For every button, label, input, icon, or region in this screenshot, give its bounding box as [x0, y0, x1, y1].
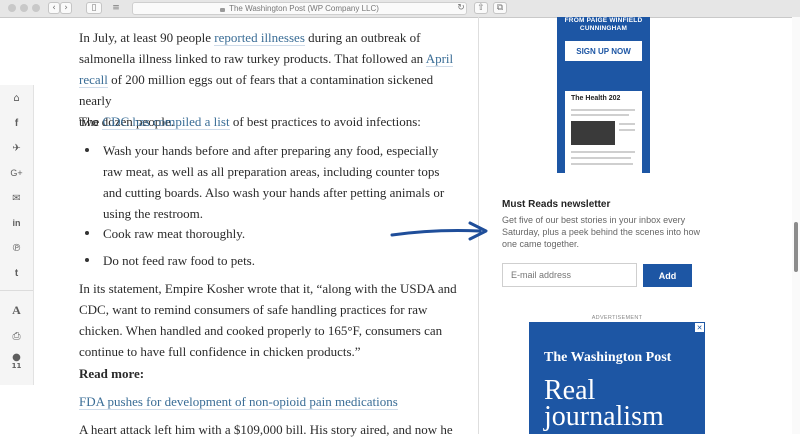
text-line — [619, 129, 635, 131]
newsletter-title: Must Reads newsletter — [502, 199, 611, 210]
rail-divider — [0, 290, 33, 291]
text-size-icon: A — [12, 302, 21, 317]
lock-icon — [220, 7, 226, 12]
address-text: The Washington Post (WP Company LLC) — [229, 4, 379, 13]
email-icon: ✉ — [12, 192, 21, 204]
tabs-button[interactable]: ⧉ — [493, 2, 507, 14]
twitter-icon: ✈ — [12, 142, 21, 154]
share-icon: ⇧ — [477, 2, 485, 13]
read-more-heading: Read more: — [79, 366, 145, 381]
sign-up-button[interactable]: SIGN UP NOW — [565, 41, 642, 61]
address-bar[interactable]: The Washington Post (WP Company LLC) — [132, 2, 467, 15]
close-window-icon[interactable] — [8, 4, 16, 12]
link-cdc-list[interactable]: CDC has compiled a list — [102, 114, 230, 130]
reader-icon: ≡ — [112, 2, 120, 13]
paragraph: In its statement, Empire Kosher wrote th… — [79, 281, 457, 359]
link-fda-story[interactable]: FDA pushes for development of non-opioid… — [79, 394, 398, 410]
text-line — [619, 123, 635, 125]
paragraph: FDA pushes for development of non-opioid… — [79, 391, 459, 412]
comments-button[interactable]: ● 11 — [0, 351, 33, 373]
bullet-dot — [85, 148, 89, 152]
sidebar-button[interactable]: ▯ — [86, 2, 102, 14]
text-line — [571, 114, 629, 116]
ad-headline-2: journalism — [544, 401, 664, 432]
text-line — [571, 163, 633, 165]
bullet-dot — [85, 231, 89, 235]
paragraph: The CDC has compiled a list of best prac… — [79, 114, 421, 130]
text-line — [571, 151, 635, 153]
chevron-right-icon: › — [64, 2, 68, 13]
newsletter-description: Get five of our best stories in your inb… — [502, 215, 700, 249]
browser-toolbar: ‹ › ▯ ≡ The Washington Post (WP Company … — [0, 0, 800, 18]
newsletter-ad[interactable]: FROM PAIGE WINFIELD CUNNINGHAM SIGN UP N… — [557, 17, 650, 173]
facebook-icon: f — [14, 117, 19, 129]
print-icon: ⎙ — [12, 330, 21, 342]
google-plus-button[interactable]: G+ — [0, 163, 33, 183]
newsletter-preview-image: The Health 202 — [565, 91, 642, 173]
tumblr-button[interactable]: t — [0, 263, 33, 283]
chevron-left-icon: ‹ — [52, 2, 56, 13]
scrollbar[interactable] — [792, 17, 800, 434]
tumblr-icon: t — [14, 267, 19, 279]
scrollbar-thumb[interactable] — [794, 222, 798, 272]
back-button[interactable]: ‹ — [48, 2, 60, 14]
share-button[interactable]: ⇧ — [474, 2, 488, 14]
forward-button[interactable]: › — [60, 2, 72, 14]
tabs-icon: ⧉ — [496, 2, 504, 13]
reload-icon: ↻ — [457, 2, 465, 13]
twitter-button[interactable]: ✈ — [0, 138, 33, 158]
bullet-dot — [85, 258, 89, 262]
share-rail: ⌂ f ✈ G+ ✉ in ℗ t A ⎙ ● 11 — [0, 85, 34, 385]
washington-post-ad[interactable]: ✕ The Washington Post Real journalism — [529, 322, 705, 434]
link-april-recall-2[interactable]: recall — [79, 72, 108, 88]
sidebar-icon: ▯ — [91, 2, 97, 13]
email-button[interactable]: ✉ — [0, 188, 33, 208]
reader-button[interactable]: ≡ — [110, 2, 122, 14]
linkedin-icon: in — [12, 218, 21, 228]
paper-title: The Health 202 — [571, 95, 621, 102]
advertisement-label: ADVERTISEMENT — [591, 315, 643, 321]
linkedin-button[interactable]: in — [0, 213, 33, 233]
zoom-window-icon[interactable] — [32, 4, 40, 12]
link-april-recall[interactable]: April — [425, 51, 454, 67]
reload-button[interactable]: ↻ — [456, 2, 466, 14]
annotation-arrow-icon — [390, 221, 488, 241]
print-button[interactable]: ⎙ — [0, 326, 33, 346]
paragraph: A heart attack left him with a $109,000 … — [79, 422, 453, 437]
home-button[interactable]: ⌂ — [0, 88, 33, 108]
text-line — [571, 109, 635, 111]
comment-icon: ● — [12, 352, 21, 363]
home-icon: ⌂ — [13, 92, 20, 104]
ad-logo: The Washington Post — [544, 350, 672, 365]
pinterest-button[interactable]: ℗ — [0, 238, 33, 258]
google-plus-icon: G+ — [10, 168, 23, 178]
minimize-window-icon[interactable] — [20, 4, 28, 12]
ad-promo-text: FROM PAIGE WINFIELD CUNNINGHAM — [564, 17, 643, 32]
close-ad-icon[interactable]: ✕ — [695, 323, 704, 332]
facebook-button[interactable]: f — [0, 113, 33, 133]
comment-count: 11 — [11, 362, 22, 370]
email-input[interactable] — [502, 263, 637, 287]
pinterest-icon: ℗ — [11, 242, 22, 254]
link-reported-illnesses[interactable]: reported illnesses — [214, 30, 305, 46]
text-line — [571, 157, 631, 159]
news-photo — [571, 121, 615, 145]
add-button[interactable]: Add — [643, 264, 692, 287]
text-size-button[interactable]: A — [0, 300, 33, 320]
